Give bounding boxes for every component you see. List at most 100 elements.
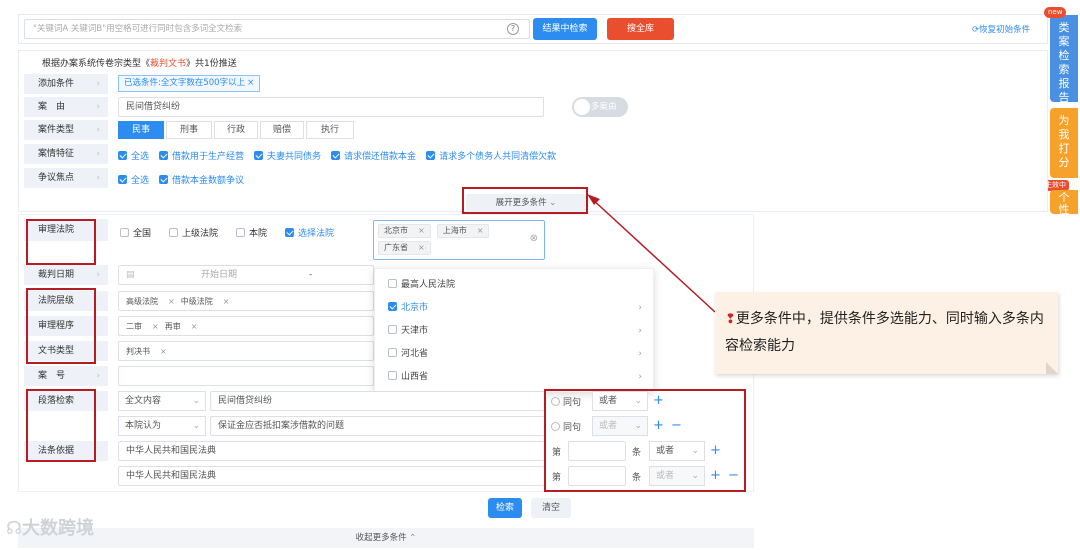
court-option[interactable]: 上级法院 xyxy=(169,228,219,239)
collapse-more-button[interactable]: 收起更多条件 ⌃ xyxy=(18,528,754,548)
restore-defaults-link[interactable]: ⟳恢复初始条件 xyxy=(972,23,1030,35)
case-type-compensation[interactable]: 赔偿 xyxy=(260,121,304,139)
court-option[interactable]: 本院 xyxy=(236,228,267,239)
close-icon[interactable]: × xyxy=(152,322,159,331)
close-icon[interactable]: × xyxy=(168,297,175,306)
close-icon[interactable]: × xyxy=(160,347,167,356)
chevron-down-icon: ⌄ xyxy=(192,396,200,406)
court-dropdown-item[interactable]: 天津市 › xyxy=(388,320,650,342)
paragraph-text-input[interactable]: 民间借贷纠纷 xyxy=(210,391,546,411)
page-curl xyxy=(1046,362,1058,374)
paragraph-text-input[interactable]: 保证金应否抵扣案涉借款的问题 xyxy=(210,416,546,436)
disputes-checkbox-group: 全选 借款本金数额争议 xyxy=(118,173,254,186)
search-input[interactable]: "关键词A 关键词B"用空格可进行同时包含多词全文检索 ? xyxy=(24,19,530,39)
case-no-input[interactable] xyxy=(118,366,374,386)
case-type-label: 案件类型 › xyxy=(24,120,108,140)
date-separator: - xyxy=(309,270,313,280)
court-level-select[interactable]: 高级法院 × 中级法院 × xyxy=(118,291,374,311)
case-type-execution[interactable]: 执行 xyxy=(306,121,354,139)
court-dropdown-item[interactable]: 河北省 › xyxy=(388,343,650,365)
search-all-button[interactable]: 搜全库 xyxy=(607,18,674,40)
collapse-more-label: 收起更多条件 xyxy=(355,533,407,543)
case-type-admin[interactable]: 行政 xyxy=(214,121,258,139)
court-level-tag-label: 高级法院 xyxy=(126,297,158,306)
close-icon[interactable]: × xyxy=(418,243,425,252)
personal-label: 个性 xyxy=(1058,191,1070,215)
feature-option[interactable]: 请求多个债务人共同清偿欠款 xyxy=(426,149,556,162)
doc-kind-select[interactable]: 判决书 × xyxy=(118,341,374,361)
court-label-highlight xyxy=(26,219,96,265)
judge-date-range[interactable]: ▤ 开始日期 - xyxy=(118,265,374,285)
disputes-label: 争议焦点 › xyxy=(24,168,108,188)
feature-option[interactable]: 夫妻共同债务 xyxy=(254,149,321,162)
summary-doc-type[interactable]: 裁判文书 xyxy=(150,59,186,69)
chevron-right-icon: › xyxy=(96,79,100,89)
search-in-results-button[interactable]: 结果中检索 xyxy=(533,18,597,40)
features-checkbox-group: 全选 借款用于生产经营 夫妻共同债务 请求偿还借款本金 请求多个债务人共同清偿欠款 xyxy=(118,149,566,162)
chevron-up-icon: ⌃ xyxy=(409,533,417,543)
search-button[interactable]: 检索 xyxy=(488,498,522,518)
court-dropdown-item[interactable]: 北京市 › xyxy=(388,297,650,319)
rate-me-label: 为我打分 xyxy=(1058,114,1070,169)
procedure-tag: 再审 × xyxy=(164,321,198,335)
rate-me-tab[interactable]: 为我打分 xyxy=(1050,108,1078,178)
close-icon[interactable]: × xyxy=(223,297,230,306)
court-option-label: 上级法院 xyxy=(182,229,219,239)
case-report-tab[interactable]: 类案检索报告 xyxy=(1050,15,1078,104)
case-type-civil[interactable]: 民事 xyxy=(118,121,164,139)
cause-input[interactable]: 民间借贷纠纷 xyxy=(118,97,544,117)
callout-box: ❢更多条件中，提供条件多选能力、同时输入多条内容检索能力 xyxy=(715,292,1058,374)
checkbox-icon xyxy=(120,228,129,237)
feature-option[interactable]: 全选 xyxy=(118,149,149,162)
multi-cause-toggle[interactable]: 多案由 xyxy=(572,97,628,117)
chevron-right-icon: › xyxy=(638,349,642,359)
court-dropdown-item[interactable]: 最高人民法院 xyxy=(388,274,650,296)
personal-tab[interactable]: 个性 xyxy=(1050,190,1078,214)
court-level-tag: 高级法院 × xyxy=(126,296,175,310)
help-icon[interactable]: ? xyxy=(507,23,519,35)
court-dropdown-label: 北京市 xyxy=(401,303,429,313)
new-badge: new xyxy=(1044,7,1067,18)
court-tag-label: 上海市 xyxy=(442,226,467,235)
dispute-option[interactable]: 借款本金数额争议 xyxy=(159,173,244,186)
paragraph-scope-value: 本院认为 xyxy=(125,421,162,431)
selected-condition-tag[interactable]: 已选条件:全文字数在500字以上 × xyxy=(118,75,261,92)
case-type-criminal[interactable]: 刑事 xyxy=(166,121,212,139)
close-icon[interactable]: × xyxy=(477,226,484,235)
doc-kind-tag: 判决书 × xyxy=(126,346,167,360)
checkbox-checked-icon xyxy=(159,175,169,184)
court-option[interactable]: 全国 xyxy=(120,228,151,239)
court-select[interactable]: 北京市 × 上海市 × 广东省 × ⊗ xyxy=(373,220,545,260)
close-icon[interactable]: × xyxy=(191,322,198,331)
watermark: ☊大数跨境 xyxy=(6,514,94,540)
dispute-option[interactable]: 全选 xyxy=(118,173,149,186)
court-option[interactable]: 选择法院 xyxy=(285,228,334,239)
clear-button[interactable]: 清空 xyxy=(531,498,571,518)
paragraph-scope-value: 全文内容 xyxy=(125,396,162,406)
law-text-input[interactable]: 中华人民共和国民法典 xyxy=(118,466,546,486)
law-text-input[interactable]: 中华人民共和国民法典 xyxy=(118,441,546,461)
doc-kind-tag-label: 判决书 xyxy=(126,347,150,356)
chevron-right-icon: › xyxy=(638,372,642,382)
feature-option[interactable]: 请求偿还借款本金 xyxy=(331,149,416,162)
procedure-select[interactable]: 二审 × 再审 × xyxy=(118,316,374,336)
close-icon[interactable]: × xyxy=(247,78,254,88)
paragraph-scope-select[interactable]: 本院认为 ⌄ xyxy=(118,416,206,436)
court-tag-label: 北京市 xyxy=(384,226,408,235)
feature-option[interactable]: 借款用于生产经营 xyxy=(159,149,244,162)
feature-option-label: 请求偿还借款本金 xyxy=(344,152,417,162)
court-level-tag-label: 中级法院 xyxy=(180,297,213,306)
chevron-down-icon: ⌄ xyxy=(192,421,200,431)
court-dropdown-label: 天津市 xyxy=(401,326,429,336)
close-icon[interactable]: × xyxy=(418,226,425,235)
dispute-option-label: 全选 xyxy=(131,176,150,186)
paragraph-scope-select[interactable]: 全文内容 ⌄ xyxy=(118,391,206,411)
court-dropdown-item[interactable]: 山西省 › xyxy=(388,366,650,388)
chevron-right-icon: › xyxy=(96,371,100,381)
checkbox-checked-icon xyxy=(254,151,264,160)
paragraph-law-highlight xyxy=(26,389,96,462)
clear-icon[interactable]: ⊗ xyxy=(530,233,538,244)
checkbox-checked-icon xyxy=(426,151,436,160)
add-condition-label: 添加条件 › xyxy=(24,74,108,94)
checkbox-icon xyxy=(388,371,397,380)
